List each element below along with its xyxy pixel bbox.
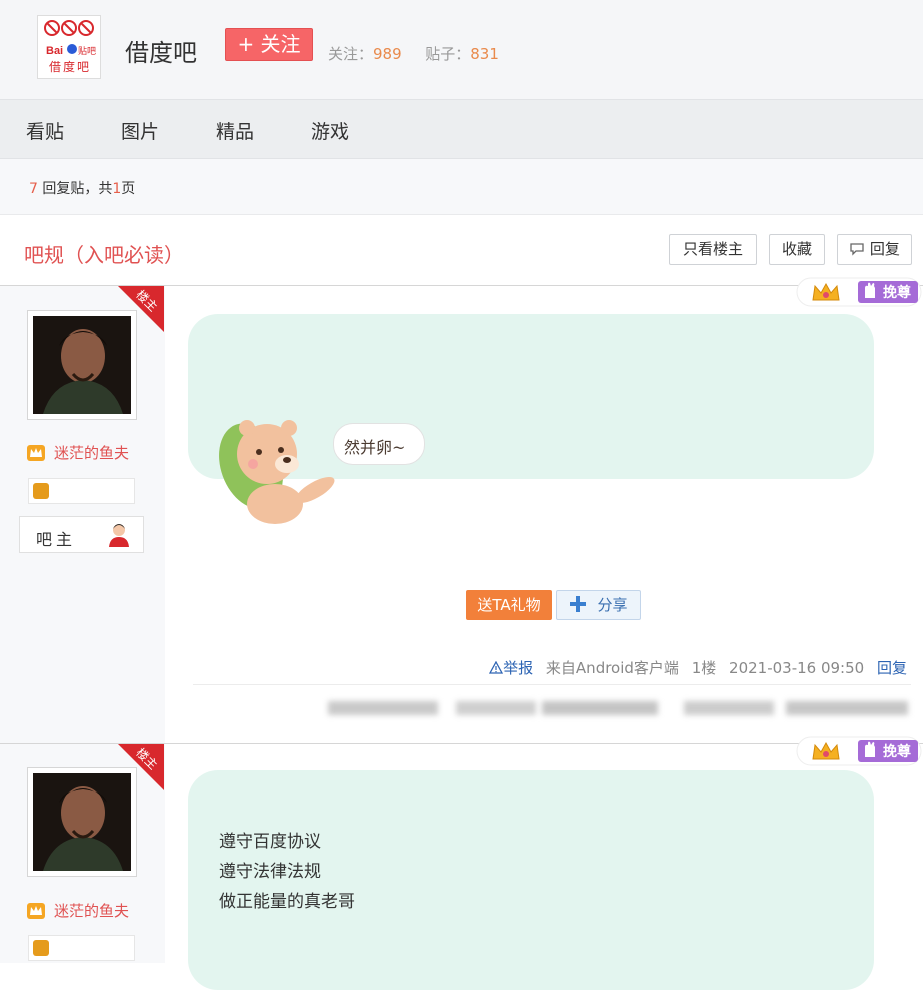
post-count-label: 贴子： — [425, 45, 471, 63]
medal-box — [28, 935, 135, 961]
author-name-row: 迷茫的鱼夫 — [26, 442, 129, 463]
post-source: 来自Android客户端 — [545, 659, 679, 677]
post-content: 遵守百度协议 遵守法律法规 做正能量的真老哥 — [219, 827, 355, 917]
svg-text:贴吧: 贴吧 — [78, 45, 96, 57]
report-link[interactable]: 举报 — [489, 659, 533, 677]
author-name[interactable]: 迷茫的鱼夫 — [54, 444, 129, 462]
post-floor-2: 楼主 迷茫的鱼夫 挽尊 遵守百度协议 遵守法律法规 做正能量的真老哥 — [0, 736, 923, 990]
forum-logo[interactable]: Bai 贴吧 借度吧 — [37, 15, 101, 79]
recommend-badge[interactable]: 挽尊 — [795, 735, 923, 767]
recommend-badge-label: 挽尊 — [883, 744, 911, 760]
avatar-image — [33, 316, 131, 414]
share-button[interactable]: 分享 — [556, 590, 641, 620]
content-line: 遵守百度协议 — [219, 832, 321, 852]
forum-header: Bai 贴吧 借度吧 借度吧 + 关注 关注：989 贴子：831 — [0, 0, 923, 100]
svg-text:Bai: Bai — [46, 45, 63, 57]
author-name[interactable]: 迷茫的鱼夫 — [54, 902, 129, 920]
report-label: 举报 — [503, 659, 534, 677]
post-count: 831 — [470, 45, 499, 63]
share-icon — [570, 596, 587, 612]
post-meta: 举报 来自Android客户端 1楼 2021-03-16 09:50 回复 — [489, 657, 907, 678]
moderator-icon — [109, 524, 129, 547]
logo-text: 借度吧 — [49, 60, 92, 74]
tab-featured[interactable]: 精品 — [216, 117, 254, 144]
favorite-button[interactable]: 收藏 — [769, 234, 825, 265]
post-floor-1: 楼主 迷茫的鱼夫 吧主 挽尊 然并卵~ 送TA礼物 分享 举报 来自Androi… — [0, 277, 923, 744]
forum-name: 借度吧 — [125, 39, 197, 67]
avatar[interactable] — [27, 767, 137, 877]
sticker-text: 然并卵~ — [344, 438, 406, 457]
reply-pager: 7 回复贴，共1页 — [0, 159, 923, 215]
send-gift-button[interactable]: 送TA礼物 — [466, 590, 552, 620]
forum-tabs: 看贴 图片 精品 游戏 — [0, 100, 923, 159]
reply-count: 7 — [29, 181, 38, 197]
tab-posts[interactable]: 看贴 — [26, 117, 64, 144]
reply-button-label: 回复 — [869, 240, 900, 258]
follow-count: 989 — [373, 45, 402, 63]
page-label: 页 — [121, 181, 136, 197]
post-floor: 1楼 — [691, 659, 717, 677]
warning-icon — [489, 660, 504, 674]
thread-title: 吧规（入吧必读） — [24, 243, 184, 267]
crown-icon — [27, 445, 45, 461]
tab-images[interactable]: 图片 — [121, 117, 159, 144]
reply-icon — [850, 243, 864, 256]
reply-count-label: 回复贴，共 — [37, 181, 113, 197]
content-line: 做正能量的真老哥 — [219, 892, 355, 912]
medal-box — [28, 478, 135, 504]
post-time: 2021-03-16 09:50 — [729, 659, 865, 677]
recommend-badge[interactable]: 挽尊 — [795, 276, 923, 308]
role-badge: 吧主 — [19, 516, 144, 553]
tab-games[interactable]: 游戏 — [311, 117, 349, 144]
content-line: 遵守法律法规 — [219, 862, 321, 882]
role-label: 吧主 — [36, 530, 77, 549]
forum-stats: 关注：989 贴子：831 — [328, 43, 499, 64]
page-count: 1 — [112, 181, 122, 197]
medal-icon — [33, 940, 49, 956]
avatar-image — [33, 773, 131, 871]
follow-button[interactable]: + 关注 — [225, 28, 313, 61]
thread-title-bar: 吧规（入吧必读） 只看楼主 收藏 回复 — [0, 215, 923, 286]
medal-icon — [33, 483, 49, 499]
share-label: 分享 — [597, 596, 628, 614]
avatar[interactable] — [27, 310, 137, 420]
signature-blurred — [328, 701, 908, 715]
reply-summary: 7 回复贴，共1页 — [29, 178, 135, 198]
follow-count-label: 关注： — [328, 45, 374, 63]
reply-button[interactable]: 回复 — [837, 234, 912, 265]
signature-divider — [193, 684, 911, 685]
crown-icon — [27, 903, 45, 919]
sticker-speech: 然并卵~ — [333, 423, 425, 465]
post-reply-link[interactable]: 回复 — [877, 659, 907, 677]
bear-sticker-icon — [219, 420, 335, 524]
only-op-button[interactable]: 只看楼主 — [669, 234, 757, 265]
recommend-badge-label: 挽尊 — [883, 285, 911, 301]
author-name-row: 迷茫的鱼夫 — [26, 900, 129, 921]
